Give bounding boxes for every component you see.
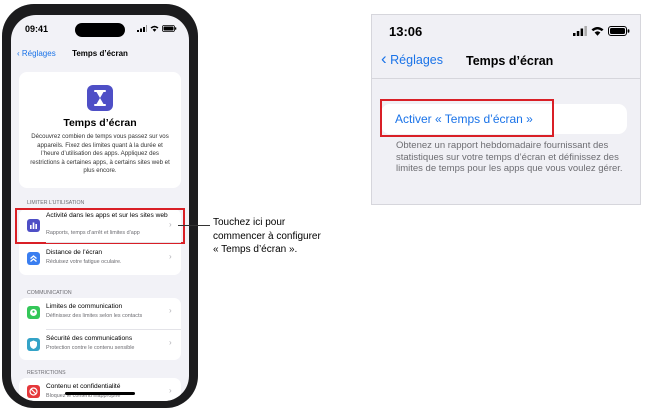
row-subtitle: Protection contre le contenu sensible <box>46 345 135 351</box>
row-subtitle: Définissez des limites selon les contact… <box>46 313 143 319</box>
chevron-right-icon: › <box>169 220 172 229</box>
status-icons <box>573 26 630 36</box>
shield-chat-icon <box>27 338 40 351</box>
callout-text: Touchez ici pour commencer à configurer … <box>213 217 321 255</box>
nav-title: Temps d’écran <box>72 49 128 58</box>
footer-description: Obtenez un rapport hebdomadaire fourniss… <box>396 140 623 175</box>
row-title: Limites de communication <box>46 303 123 310</box>
chevron-right-icon: › <box>169 252 172 261</box>
row-subtitle: Rapports, temps d’arrêt et limites d’app <box>46 230 140 236</box>
row-title: Contenu et confidentialité <box>46 383 121 390</box>
row-subtitle: Réduisez votre fatigue oculaire. <box>46 259 122 265</box>
signal-icon <box>137 25 147 32</box>
row-communication-limits[interactable]: Limites de communication Définissez des … <box>19 298 181 328</box>
phone-frame: 09:41 ‹ Réglages Temps d’écran Temps d’é… <box>2 4 198 408</box>
nav-title: Temps d’écran <box>466 54 554 68</box>
row-title: Activité dans les apps et sur les sites … <box>46 212 168 219</box>
nav-separator <box>372 78 640 79</box>
hero-card: Temps d’écran Découvrez combien de temps… <box>19 72 181 188</box>
hero-title: Temps d’écran <box>63 117 137 129</box>
usage-group: Activité dans les apps et sur les sites … <box>15 208 185 275</box>
home-indicator <box>65 392 135 395</box>
battery-icon <box>608 26 630 36</box>
restrictions-group: Contenu et confidentialité Bloquez le co… <box>19 378 181 401</box>
section-label-restrictions: RESTRICTIONS <box>27 370 66 376</box>
chevron-right-icon: › <box>169 338 172 347</box>
section-label-usage: LIMITER L’UTILISATION <box>27 200 85 206</box>
chevron-right-icon: › <box>169 306 172 315</box>
row-app-activity[interactable]: Activité dans les apps et sur les sites … <box>19 209 181 242</box>
row-title: Distance de l’écran <box>46 249 103 256</box>
phone-screen: 09:41 ‹ Réglages Temps d’écran Temps d’é… <box>11 15 189 401</box>
battery-icon <box>162 25 177 32</box>
activate-screen-time-button[interactable]: Activer « Temps d’écran » <box>395 112 533 126</box>
row-screen-distance[interactable]: Distance de l’écran Réduisez votre fatig… <box>19 243 181 275</box>
status-time: 09:41 <box>25 24 49 34</box>
status-icons <box>137 25 177 32</box>
callout-line <box>178 225 210 226</box>
wifi-icon <box>591 27 604 36</box>
back-label: Réglages <box>390 53 443 67</box>
section-label-communication: COMMUNICATION <box>27 290 72 296</box>
hero-description: Découvrez combien de temps vous passez s… <box>30 133 170 175</box>
settings-screenshot-panel: 13:06 ‹ Réglages Temps d’écran Activer «… <box>371 14 641 205</box>
back-button[interactable]: ‹ Réglages <box>381 50 443 67</box>
chevrons-up-icon <box>27 252 40 265</box>
chat-person-icon <box>27 306 40 319</box>
signal-icon <box>573 26 587 36</box>
chart-bars-icon <box>27 219 40 232</box>
status-time: 13:06 <box>389 24 423 39</box>
wifi-icon <box>150 25 159 32</box>
communication-group: Limites de communication Définissez des … <box>19 298 181 360</box>
row-communication-safety[interactable]: Sécurité des communications Protection c… <box>19 330 181 360</box>
hourglass-icon <box>87 85 113 111</box>
chevron-right-icon: › <box>169 386 172 395</box>
dynamic-island <box>75 23 125 37</box>
chevron-left-icon: ‹ <box>381 49 387 68</box>
restricted-icon <box>27 385 40 398</box>
row-title: Sécurité des communications <box>46 335 133 342</box>
row-content-privacy[interactable]: Contenu et confidentialité Bloquez le co… <box>19 378 181 401</box>
